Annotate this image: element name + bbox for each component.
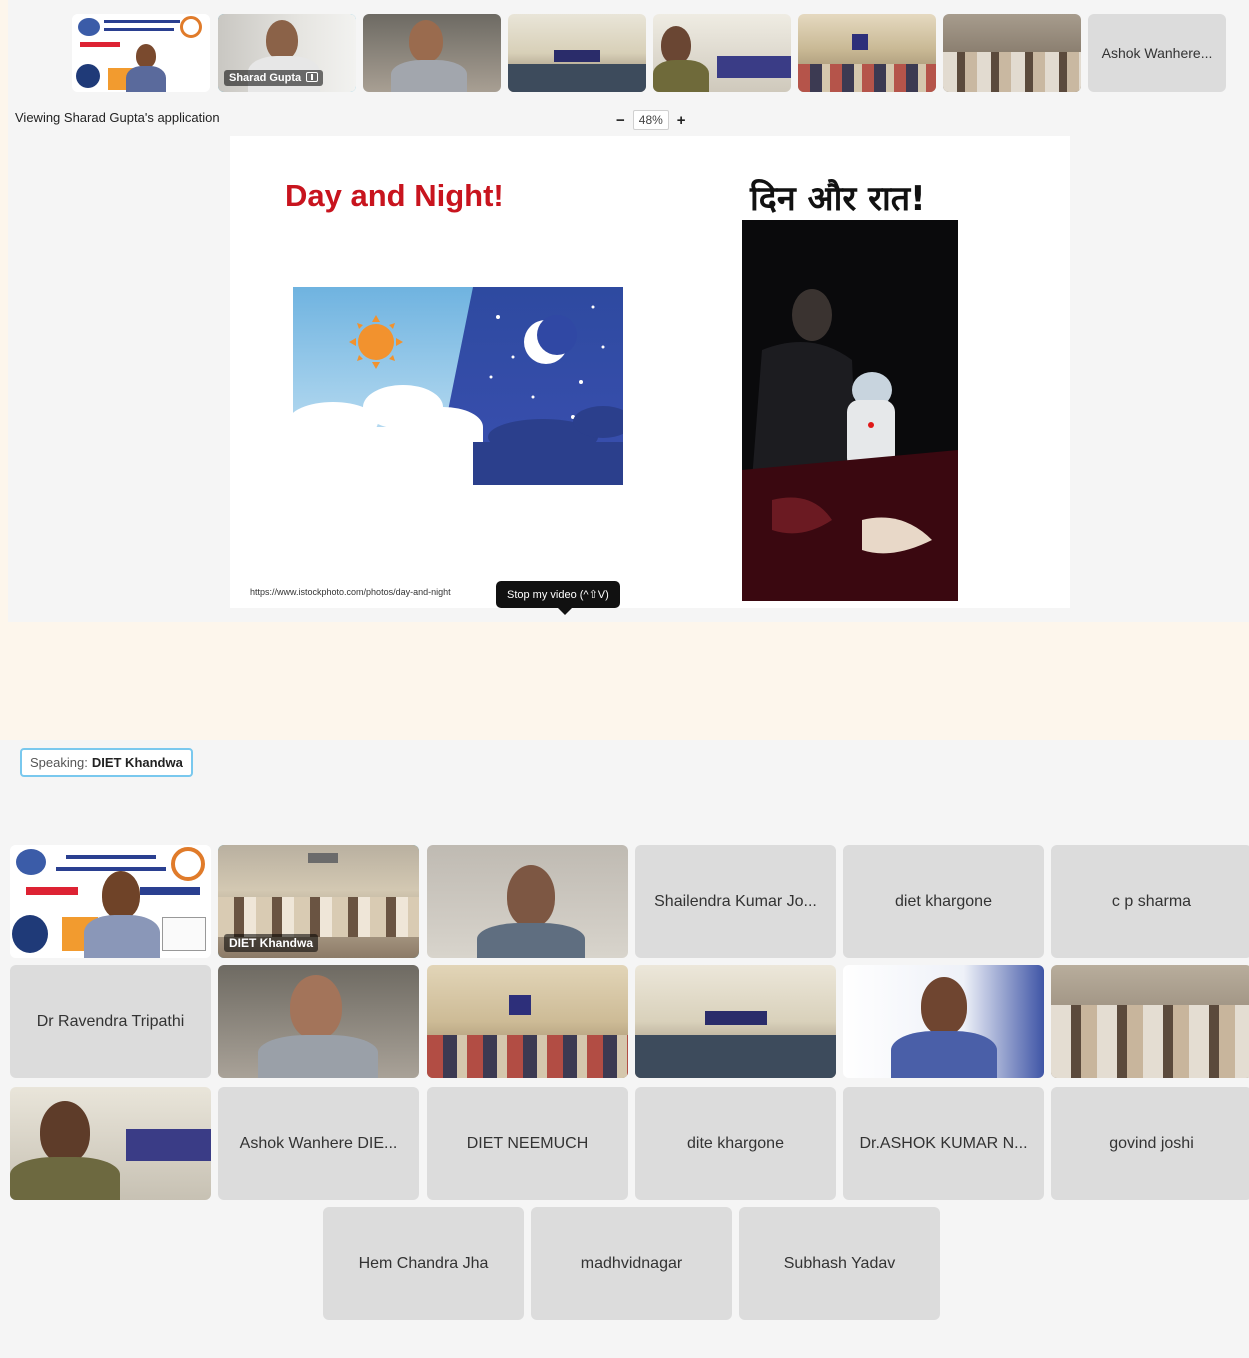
participant-name: c p sharma bbox=[1111, 892, 1192, 910]
video-tile-iit-indore-host[interactable] bbox=[72, 14, 210, 92]
video-tile-classroom[interactable] bbox=[635, 965, 836, 1078]
speaking-label: Speaking: bbox=[30, 755, 88, 770]
participant-name: Shailendra Kumar Jo... bbox=[654, 892, 817, 910]
participant-tile-shailendra-kumar[interactable]: Shailendra Kumar Jo... bbox=[635, 845, 836, 958]
image-source-url: https://www.istockphoto.com/photos/day-a… bbox=[250, 587, 451, 597]
active-speaker-indicator: Speaking: DIET Khandwa bbox=[20, 748, 193, 777]
day-night-illustration bbox=[293, 287, 623, 485]
zoom-out-button[interactable]: − bbox=[616, 113, 625, 128]
participant-name: govind joshi bbox=[1109, 1134, 1194, 1152]
participant-name: Hem Chandra Jha bbox=[358, 1254, 489, 1272]
participant-tile-hem-chandra-jha[interactable]: Hem Chandra Jha bbox=[323, 1207, 524, 1320]
participant-name: Dr.ASHOK KUMAR N... bbox=[859, 1134, 1028, 1152]
video-tile-classroom[interactable] bbox=[427, 965, 628, 1078]
viewing-label: Viewing Sharad Gupta's application bbox=[15, 110, 220, 125]
dark-room-photo bbox=[742, 220, 958, 601]
participant-name-tag: DIET Khandwa bbox=[224, 934, 319, 952]
participant-tile-subhash-yadav[interactable]: Subhash Yadav bbox=[739, 1207, 940, 1320]
participant-name: DIET NEEMUCH bbox=[466, 1134, 589, 1152]
video-tile-sharad-gupta[interactable]: Sharad Gupta bbox=[218, 14, 356, 92]
stop-video-tooltip: Stop my video (^⇧V) bbox=[496, 581, 620, 615]
video-tile-audience[interactable] bbox=[1051, 965, 1249, 1078]
participant-name: dite khargone bbox=[687, 1134, 784, 1152]
video-tile-participant[interactable] bbox=[843, 965, 1044, 1078]
zoom-controls: − 48% + bbox=[616, 110, 686, 130]
participant-name: Ashok Wanhere... bbox=[1101, 45, 1213, 61]
video-tile-participant[interactable] bbox=[427, 845, 628, 958]
participant-name: Dr Ravendra Tripathi bbox=[36, 1012, 185, 1030]
shared-slide: Day and Night! दिन और रात! https://www.i… bbox=[230, 136, 1070, 608]
video-tile-participant[interactable] bbox=[10, 1087, 211, 1200]
screen-share-icon bbox=[306, 72, 319, 82]
video-tile-participant[interactable] bbox=[653, 14, 791, 92]
participant-tile-madhvidnagar[interactable]: madhvidnagar bbox=[531, 1207, 732, 1320]
video-tile-diet-khandwa[interactable]: DIET Khandwa bbox=[218, 845, 419, 958]
participant-tile-ashok-wanhere[interactable]: Ashok Wanhere... bbox=[1088, 14, 1226, 92]
active-speaker-name: DIET Khandwa bbox=[91, 755, 183, 770]
zoom-in-button[interactable]: + bbox=[677, 113, 686, 128]
participant-name: madhvidnagar bbox=[580, 1254, 683, 1272]
video-tile-participant[interactable] bbox=[218, 965, 419, 1078]
gallery-view: Speaking: DIET Khandwa DIET Khandwa Shail… bbox=[0, 740, 1249, 1358]
video-tile-iit-indore-host[interactable] bbox=[10, 845, 211, 958]
video-tile-classroom[interactable] bbox=[508, 14, 646, 92]
participant-tile-diet-neemuch[interactable]: DIET NEEMUCH bbox=[427, 1087, 628, 1200]
video-tile-participant[interactable] bbox=[363, 14, 501, 92]
participant-tile-govind-joshi[interactable]: govind joshi bbox=[1051, 1087, 1249, 1200]
participant-tile-diet-khargone[interactable]: diet khargone bbox=[843, 845, 1044, 958]
participant-tile-ravendra-tripathi[interactable]: Dr Ravendra Tripathi bbox=[10, 965, 211, 1078]
video-tile-classroom[interactable] bbox=[798, 14, 936, 92]
participant-name: Ashok Wanhere DIE... bbox=[239, 1134, 398, 1152]
zoom-level[interactable]: 48% bbox=[632, 110, 669, 130]
shared-screen-view: Sharad Gupta Ashok Wanhere... Viewing Sh… bbox=[8, 0, 1249, 622]
participant-tile-dite-khargone[interactable]: dite khargone bbox=[635, 1087, 836, 1200]
video-tile-audience[interactable] bbox=[943, 14, 1081, 92]
participant-tile-ashok-kumar[interactable]: Dr.ASHOK KUMAR N... bbox=[843, 1087, 1044, 1200]
slide-title-english: Day and Night! bbox=[285, 178, 504, 213]
participant-tile-ashok-wanhere[interactable]: Ashok Wanhere DIE... bbox=[218, 1087, 419, 1200]
slide-title-hindi: दिन और रात! bbox=[750, 179, 926, 219]
participant-name: diet khargone bbox=[895, 892, 992, 910]
participant-tile-cp-sharma[interactable]: c p sharma bbox=[1051, 845, 1249, 958]
participant-name: Subhash Yadav bbox=[783, 1254, 896, 1272]
participant-name-tag: Sharad Gupta bbox=[224, 70, 324, 86]
